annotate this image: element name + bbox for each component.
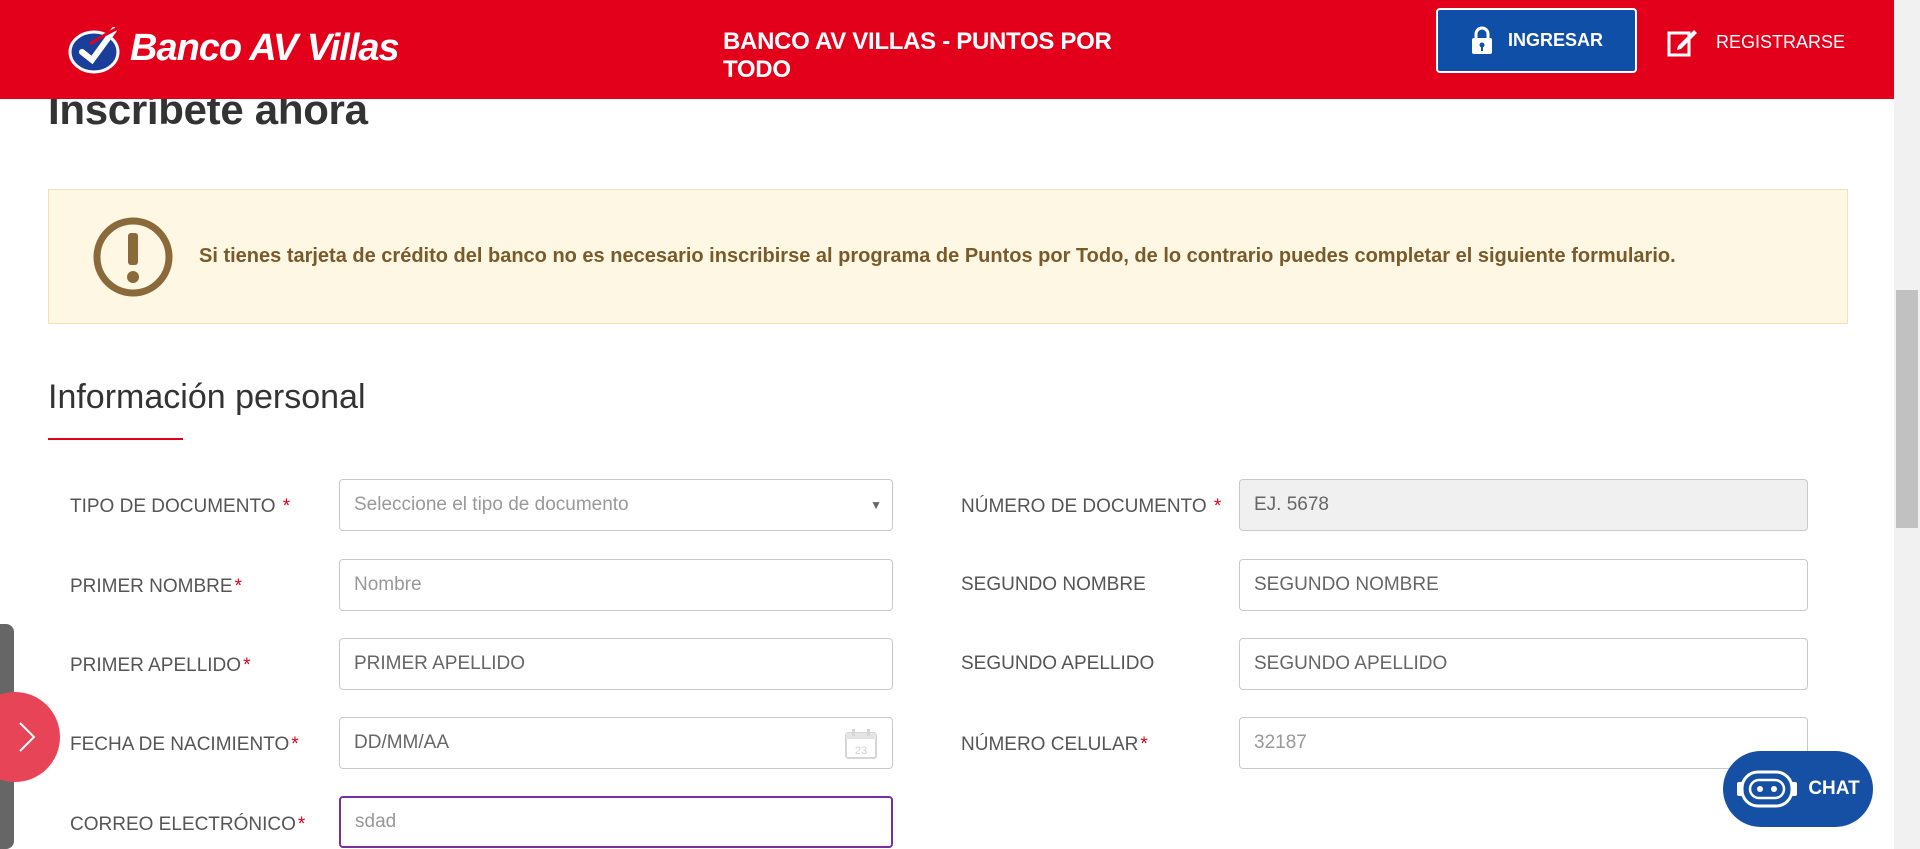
required-mark: * bbox=[291, 734, 299, 755]
doc-type-label: TIPO DE DOCUMENTO * bbox=[70, 496, 290, 518]
robot-chat-icon bbox=[1737, 770, 1798, 808]
required-mark: * bbox=[1140, 734, 1148, 755]
second-surname-label-text: SEGUNDO APELLIDO bbox=[961, 653, 1155, 674]
cell-label-text: NÚMERO CELULAR bbox=[961, 734, 1139, 755]
brand-logo[interactable]: Banco AV Villas bbox=[68, 18, 400, 78]
brand-name: Banco AV Villas bbox=[130, 26, 400, 69]
page-scrollbar[interactable] bbox=[1894, 0, 1920, 849]
scrollbar-thumb[interactable] bbox=[1896, 290, 1918, 528]
chevron-right-icon bbox=[19, 722, 36, 752]
calendar-day-text: 23 bbox=[855, 745, 867, 757]
first-name-input[interactable]: Nombre bbox=[339, 559, 893, 611]
top-header: Banco AV Villas BANCO AV VILLAS - PUNTOS… bbox=[0, 0, 1894, 99]
chat-button[interactable]: CHAT bbox=[1723, 751, 1873, 827]
register-button[interactable]: REGISTRARSE bbox=[1666, 24, 1845, 60]
chat-label: CHAT bbox=[1808, 778, 1860, 799]
birthdate-input[interactable]: DD/MM/AA 23 bbox=[339, 717, 893, 769]
doc-number-label-text: NÚMERO DE DOCUMENTO bbox=[961, 496, 1207, 517]
calendar-icon[interactable]: 23 bbox=[844, 728, 878, 760]
side-expand-button[interactable] bbox=[0, 692, 60, 782]
birthdate-label-text: FECHA DE NACIMIENTO bbox=[70, 734, 290, 755]
required-mark: * bbox=[243, 655, 251, 676]
email-input[interactable]: sdad bbox=[339, 796, 893, 848]
first-name-placeholder: Nombre bbox=[354, 574, 422, 595]
email-value: sdad bbox=[355, 811, 397, 832]
edit-form-icon bbox=[1667, 30, 1697, 57]
email-label-text: CORREO ELECTRÓNICO bbox=[70, 814, 296, 835]
av-villas-logo-icon bbox=[68, 26, 120, 74]
doc-type-select-value: Seleccione el tipo de documento bbox=[354, 494, 629, 515]
second-surname-input[interactable]: SEGUNDO APELLIDO bbox=[1239, 638, 1808, 690]
doc-number-field[interactable]: EJ. 5678 bbox=[1239, 479, 1808, 531]
cell-label: NÚMERO CELULAR * bbox=[961, 734, 1148, 756]
first-surname-value: PRIMER APELLIDO bbox=[354, 653, 526, 674]
birthdate-value: DD/MM/AA bbox=[354, 732, 449, 753]
email-label: CORREO ELECTRÓNICO * bbox=[70, 814, 305, 836]
doc-number-label: NÚMERO DE DOCUMENTO * bbox=[961, 496, 1221, 518]
lock-icon bbox=[1471, 26, 1492, 54]
alert-text: Si tienes tarjeta de crédito del banco n… bbox=[199, 245, 1676, 267]
first-surname-label: PRIMER APELLIDO * bbox=[70, 655, 250, 677]
birthdate-label: FECHA DE NACIMIENTO * bbox=[70, 734, 299, 756]
login-label: INGRESAR bbox=[1507, 30, 1603, 50]
second-surname-value: SEGUNDO APELLIDO bbox=[1254, 653, 1448, 674]
required-mark: * bbox=[234, 576, 242, 597]
page: Banco AV Villas BANCO AV VILLAS - PUNTOS… bbox=[0, 0, 1894, 849]
doc-type-select[interactable]: Seleccione el tipo de documento ▼ bbox=[339, 479, 893, 531]
second-name-label-text: SEGUNDO NOMBRE bbox=[961, 574, 1146, 595]
header-title: BANCO AV VILLAS - PUNTOS POR TODO bbox=[723, 28, 1112, 83]
required-mark: * bbox=[297, 814, 306, 835]
info-alert: Si tienes tarjeta de crédito del banco n… bbox=[48, 189, 1848, 324]
exclamation-circle-icon bbox=[93, 217, 173, 296]
required-mark: * bbox=[1213, 496, 1222, 517]
first-name-label-text: PRIMER NOMBRE bbox=[70, 576, 233, 597]
chevron-down-icon: ▼ bbox=[870, 498, 882, 512]
second-name-label: SEGUNDO NOMBRE bbox=[961, 574, 1146, 596]
section-underline bbox=[48, 438, 183, 440]
login-button[interactable]: INGRESAR bbox=[1436, 8, 1637, 73]
second-name-input[interactable]: SEGUNDO NOMBRE bbox=[1239, 559, 1808, 611]
second-name-value: SEGUNDO NOMBRE bbox=[1254, 574, 1439, 595]
cell-input[interactable]: 32187 bbox=[1239, 717, 1808, 769]
second-surname-label: SEGUNDO APELLIDO bbox=[961, 653, 1154, 675]
register-label: REGISTRARSE bbox=[1716, 31, 1846, 52]
required-mark: * bbox=[282, 496, 291, 517]
doc-type-label-text: TIPO DE DOCUMENTO bbox=[70, 496, 276, 517]
first-surname-input[interactable]: PRIMER APELLIDO bbox=[339, 638, 893, 690]
cell-value: 32187 bbox=[1254, 732, 1307, 753]
first-surname-label-text: PRIMER APELLIDO bbox=[70, 655, 242, 676]
doc-number-value: EJ. 5678 bbox=[1254, 494, 1329, 515]
section-title: Información personal bbox=[48, 378, 366, 416]
first-name-label: PRIMER NOMBRE * bbox=[70, 576, 242, 598]
